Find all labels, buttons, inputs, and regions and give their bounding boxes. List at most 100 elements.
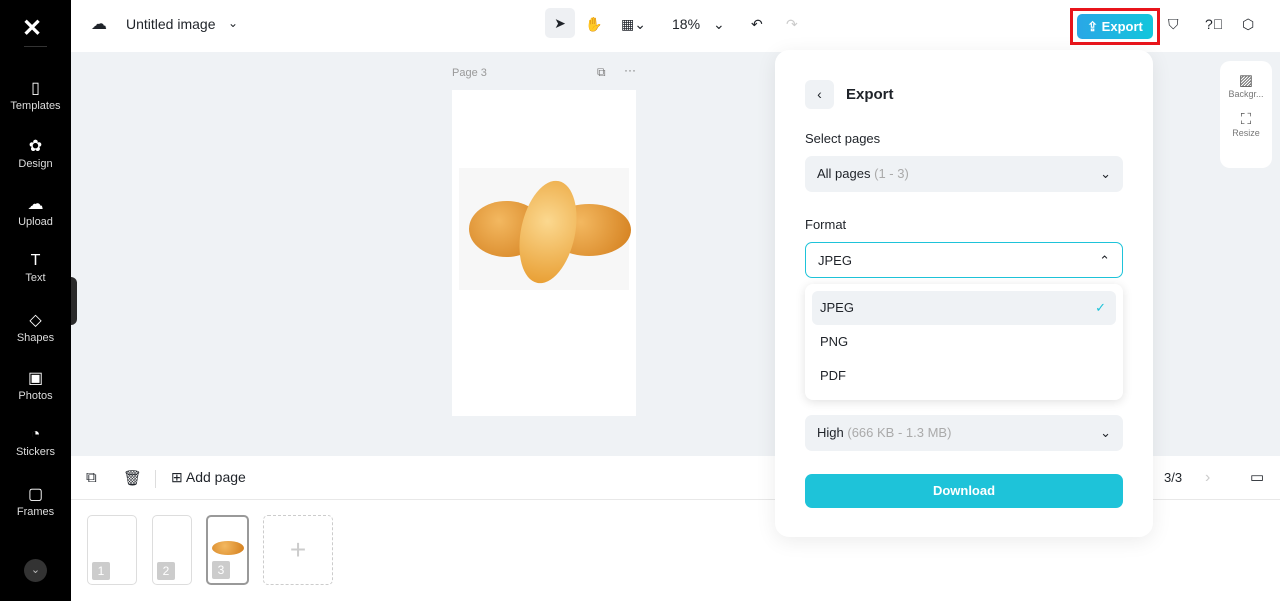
chevron-down-icon: ⌄: [1100, 425, 1111, 440]
help-icon[interactable]: ?⃝: [1205, 16, 1223, 32]
option-label: PDF: [820, 368, 846, 383]
hand-tool-icon[interactable]: ✋: [585, 16, 602, 33]
background-tool[interactable]: ▨ Backgr...: [1220, 61, 1272, 99]
export-label: Export: [1101, 19, 1143, 34]
sidebar-item-photos[interactable]: ▣ Photos: [0, 368, 71, 402]
export-dialog: ‹ Export Select pages All pages (1 - 3) ⌄…: [775, 50, 1153, 537]
more-chevron-icon[interactable]: ⌄: [24, 559, 47, 582]
export-button[interactable]: ⇪ Export: [1077, 14, 1153, 39]
format-select[interactable]: JPEG ⌃: [805, 242, 1123, 278]
duplicate-icon[interactable]: ⧉: [86, 469, 97, 486]
quality-select[interactable]: High (666 KB - 1.3 MB) ⌄: [805, 415, 1123, 451]
divider: [155, 470, 156, 488]
format-option-pdf[interactable]: PDF: [812, 359, 1116, 393]
bread-image[interactable]: [459, 168, 631, 290]
page-counter: 3/3: [1164, 470, 1183, 485]
sidebar-item-label: Upload: [18, 216, 53, 228]
pages-range: (1 - 3): [874, 166, 909, 181]
sidebar: ✕ ▯ Templates ✿ Design ☁ Upload T Text ◇ Shap…: [0, 0, 71, 601]
sidebar-item-design[interactable]: ✿ Design: [0, 136, 71, 170]
sidebar-item-frames[interactable]: ▢ Frames: [0, 484, 71, 518]
undo-icon[interactable]: ↶: [751, 16, 763, 33]
shapes-icon: ◇: [29, 312, 42, 329]
design-icon: ✿: [28, 138, 43, 155]
next-page-icon[interactable]: ›: [1205, 469, 1210, 487]
shield-icon[interactable]: ⛉: [1168, 16, 1179, 33]
redo-icon[interactable]: ↷: [786, 16, 798, 33]
format-option-jpeg[interactable]: JPEG ✓: [812, 291, 1116, 325]
sidebar-item-label: Frames: [16, 506, 55, 518]
sidebar-item-label: Stickers: [15, 446, 56, 458]
resize-label: Resize: [1232, 128, 1260, 138]
cloud-save-icon[interactable]: ☁: [91, 14, 107, 34]
duplicate-page-icon[interactable]: ⧉: [597, 65, 606, 80]
bread-thumbnail: [212, 541, 244, 555]
option-label: JPEG: [820, 300, 854, 315]
chevron-up-icon: ⌃: [1099, 253, 1110, 268]
right-tool-panel: ▨ Backgr... ⛶ Resize: [1220, 61, 1272, 168]
thumbnail-number: 2: [157, 562, 175, 580]
zoom-level[interactable]: 18%: [672, 16, 700, 32]
thumbnail-number: 3: [212, 561, 230, 579]
add-page-thumbnail[interactable]: +: [263, 515, 333, 585]
chevron-down-icon: ⌄: [1100, 166, 1111, 181]
back-button[interactable]: ‹: [805, 80, 834, 109]
stickers-icon: ◔: [30, 426, 41, 443]
format-option-png[interactable]: PNG: [812, 325, 1116, 359]
collapse-sidebar-handle[interactable]: [71, 277, 77, 325]
page-thumbnail[interactable]: 2: [152, 515, 192, 585]
check-icon: ✓: [1095, 300, 1106, 315]
divider: [24, 46, 47, 47]
more-options-icon[interactable]: ···: [624, 63, 636, 77]
sidebar-item-label: Shapes: [16, 332, 55, 344]
resize-icon: ⛶: [1240, 111, 1252, 128]
background-icon: ▨: [1238, 72, 1254, 89]
sidebar-item-stickers[interactable]: ◔ Stickers: [0, 426, 71, 458]
page-thumbnail-selected[interactable]: 3: [206, 515, 249, 585]
settings-icon[interactable]: ⬡: [1242, 16, 1254, 33]
format-label: Format: [805, 217, 847, 232]
download-button[interactable]: Download: [805, 474, 1123, 508]
canvas-page[interactable]: [452, 90, 636, 416]
quality-size: (666 KB - 1.3 MB): [847, 425, 952, 440]
background-label: Backgr...: [1228, 89, 1264, 99]
present-icon[interactable]: ▭: [1250, 468, 1264, 486]
title-chevron-icon[interactable]: ⌄: [228, 16, 238, 30]
resize-tool[interactable]: ⛶ Resize: [1220, 99, 1272, 138]
add-page-label: Add page: [185, 469, 246, 485]
select-pages-label: Select pages: [805, 131, 881, 146]
sidebar-item-shapes[interactable]: ◇ Shapes: [0, 310, 71, 344]
frames-icon: ▢: [27, 486, 44, 503]
page-thumbnail[interactable]: 1: [87, 515, 137, 585]
export-highlight: ⇪ Export: [1070, 8, 1160, 45]
sidebar-item-upload[interactable]: ☁ Upload: [0, 194, 71, 228]
pages-select[interactable]: All pages (1 - 3) ⌄: [805, 156, 1123, 192]
quality-value: High: [817, 425, 844, 440]
share-icon: ⇪: [1087, 19, 1102, 34]
layout-icon[interactable]: ▦⌄: [621, 16, 646, 33]
sidebar-item-text[interactable]: T Text: [0, 252, 71, 284]
pages-value: All pages: [817, 166, 871, 181]
photos-icon: ▣: [27, 370, 44, 387]
sidebar-item-label: Photos: [18, 390, 53, 402]
trash-icon[interactable]: 🗑: [123, 469, 142, 487]
thumbnail-number: 1: [92, 562, 110, 580]
page-label: Page 3: [452, 67, 487, 79]
option-label: PNG: [820, 334, 849, 349]
document-title[interactable]: Untitled image: [126, 16, 216, 32]
sidebar-item-label: Text: [25, 272, 46, 284]
upload-icon: ☁: [27, 196, 44, 213]
format-value: JPEG: [818, 253, 852, 268]
bread-roll: [510, 175, 586, 289]
dialog-title: Export: [846, 86, 894, 103]
zoom-chevron-icon[interactable]: ⌄: [713, 16, 725, 33]
format-dropdown: JPEG ✓ PNG PDF: [805, 284, 1123, 400]
templates-icon: ▯: [31, 80, 40, 97]
capcut-logo[interactable]: ✕: [22, 14, 42, 43]
select-tool-icon[interactable]: ➤: [545, 8, 575, 38]
text-icon: T: [30, 252, 41, 269]
add-page-icon: ⊞: [171, 469, 186, 485]
add-page-button[interactable]: ⊞ Add page: [171, 469, 246, 486]
sidebar-item-templates[interactable]: ▯ Templates: [0, 78, 71, 112]
sidebar-item-label: Templates: [10, 100, 61, 112]
